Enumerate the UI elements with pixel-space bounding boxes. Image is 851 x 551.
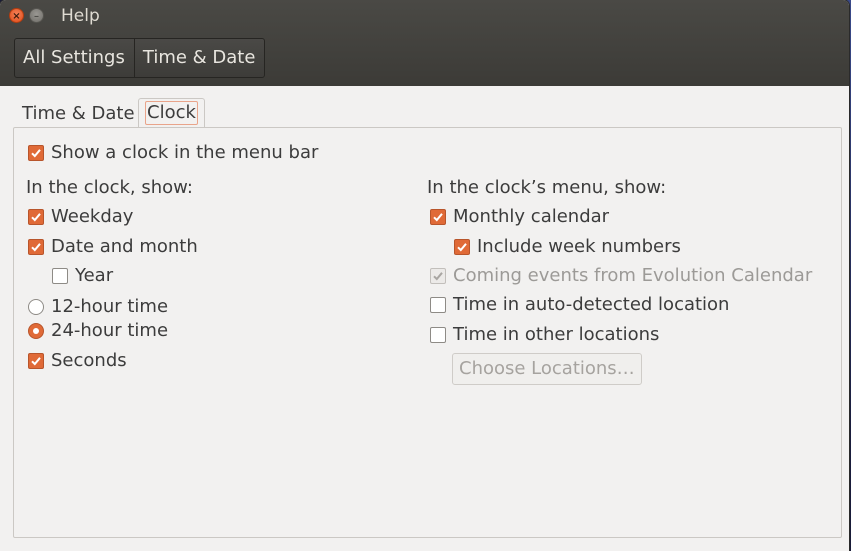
clock-menu-heading: In the clock’s menu, show:	[427, 177, 667, 198]
coming-events-label: Coming events from Evolution Calendar	[453, 265, 813, 286]
check-icon	[31, 148, 41, 157]
checkbox-disabled	[430, 267, 446, 284]
12-hour-label: 12-hour time	[51, 296, 169, 317]
all-settings-button[interactable]: All Settings	[15, 39, 134, 77]
show-clock-checkbox[interactable]: Show a clock in the menu bar	[28, 142, 318, 163]
time-date-crumb[interactable]: Time & Date	[133, 39, 265, 77]
radio-unselected[interactable]	[28, 298, 44, 315]
date-month-checkbox[interactable]: Date and month	[28, 236, 198, 257]
tab-time-date[interactable]: Time & Date	[22, 101, 135, 127]
checkbox-checked[interactable]	[28, 238, 44, 255]
settings-window: × – Help All Settings Time & Date Time &…	[0, 0, 849, 551]
tab-clock-label: Clock	[145, 101, 198, 125]
check-icon	[457, 242, 467, 251]
auto-location-label: Time in auto-detected location	[453, 294, 730, 315]
close-icon[interactable]: ×	[9, 8, 24, 23]
monthly-calendar-checkbox[interactable]: Monthly calendar	[430, 206, 609, 227]
checkbox-unchecked[interactable]	[430, 326, 446, 343]
clock-show-heading: In the clock, show:	[26, 177, 193, 198]
other-locations-label: Time in other locations	[453, 324, 660, 345]
checkbox-checked[interactable]	[430, 208, 446, 225]
breadcrumb: All Settings Time & Date	[14, 38, 266, 78]
checkbox-checked[interactable]	[28, 352, 44, 369]
tab-clock[interactable]: Clock	[138, 98, 205, 127]
check-icon	[31, 242, 41, 251]
week-numbers-label: Include week numbers	[477, 236, 681, 257]
monthly-calendar-label: Monthly calendar	[453, 206, 610, 227]
choose-locations-button: Choose Locations…	[452, 353, 642, 385]
seconds-checkbox[interactable]: Seconds	[28, 350, 127, 371]
radio-selected[interactable]	[28, 322, 44, 339]
check-icon	[31, 212, 41, 221]
weekday-checkbox[interactable]: Weekday	[28, 206, 133, 227]
check-icon	[31, 356, 41, 365]
window-title: Help	[61, 6, 100, 26]
year-label: Year	[75, 265, 114, 286]
weekday-label: Weekday	[51, 206, 134, 227]
seconds-label: Seconds	[51, 350, 127, 371]
check-icon	[433, 212, 443, 221]
checkbox-checked[interactable]	[28, 208, 44, 225]
titlebar: × – Help All Settings Time & Date	[0, 0, 849, 86]
content-area: Time & Date Clock Show a clock in the me…	[0, 86, 849, 551]
checkbox-checked[interactable]	[28, 144, 44, 161]
date-month-label: Date and month	[51, 236, 198, 257]
other-locations-checkbox[interactable]: Time in other locations	[430, 324, 659, 345]
year-checkbox[interactable]: Year	[52, 265, 113, 286]
24-hour-label: 24-hour time	[51, 320, 169, 341]
coming-events-checkbox: Coming events from Evolution Calendar	[430, 265, 812, 286]
24-hour-radio[interactable]: 24-hour time	[28, 320, 168, 341]
minimize-icon[interactable]: –	[29, 8, 44, 23]
check-icon	[433, 271, 443, 280]
checkbox-checked[interactable]	[454, 238, 470, 255]
12-hour-radio[interactable]: 12-hour time	[28, 296, 168, 317]
show-clock-label: Show a clock in the menu bar	[51, 142, 319, 163]
week-numbers-checkbox[interactable]: Include week numbers	[454, 236, 681, 257]
auto-location-checkbox[interactable]: Time in auto-detected location	[430, 294, 729, 315]
checkbox-unchecked[interactable]	[52, 267, 68, 284]
checkbox-unchecked[interactable]	[430, 296, 446, 313]
